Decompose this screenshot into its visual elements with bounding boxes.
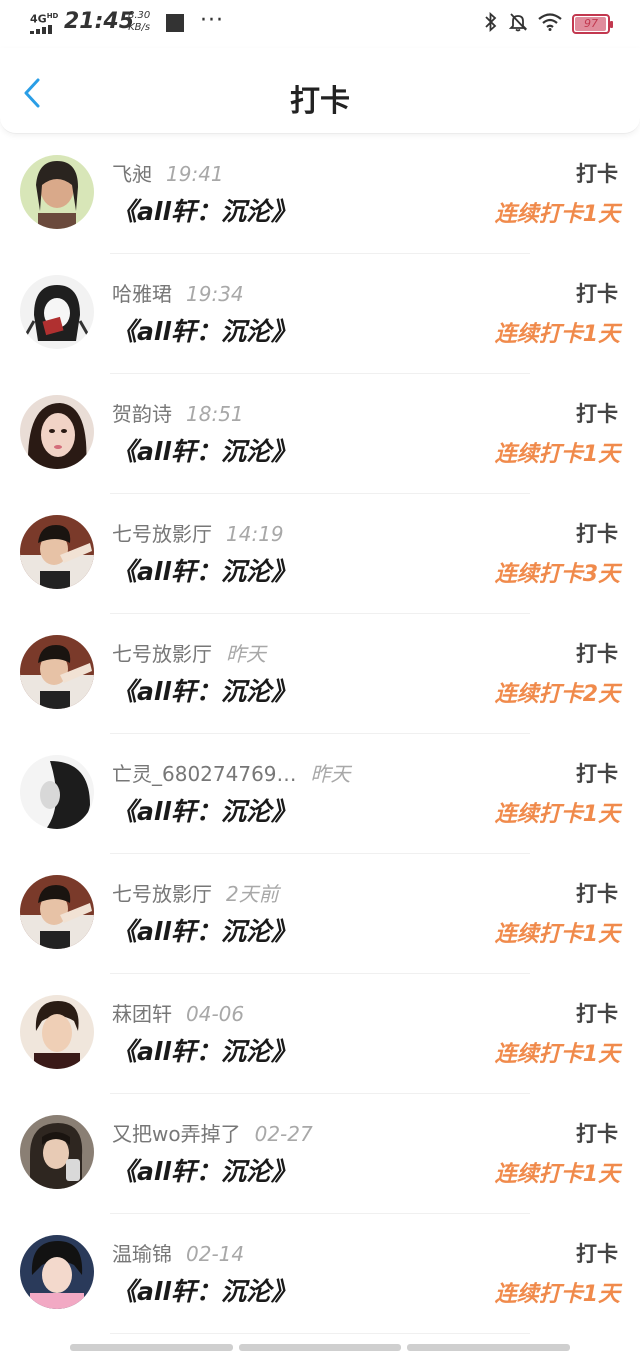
- avatar[interactable]: [20, 275, 94, 349]
- user-name[interactable]: 七号放影厅: [112, 882, 212, 906]
- streak-label: 连续打卡1天: [494, 1282, 620, 1307]
- timestamp: 02-27: [254, 1122, 313, 1146]
- wifi-icon: [538, 13, 562, 35]
- page-title: 打卡: [290, 84, 350, 119]
- avatar[interactable]: [20, 515, 94, 589]
- book-title[interactable]: 《all轩：沉沦》: [112, 672, 296, 708]
- network-speed: 8.30 KB/s: [128, 10, 151, 33]
- header: 打卡: [0, 48, 640, 134]
- checkin-list: 飞昶 19:41 《all轩：沉沦》 打卡 连续打卡1天 哈雅珺 19:34 《al…: [0, 134, 640, 1334]
- timestamp: 19:34: [186, 282, 244, 306]
- user-name[interactable]: 哈雅珺: [112, 282, 172, 306]
- avatar[interactable]: [20, 1235, 94, 1309]
- status-bar: 4GHD 21:45 8.30 KB/s ··· 97: [0, 0, 640, 48]
- action-label: 打卡: [576, 1002, 618, 1026]
- timestamp: 19:41: [166, 162, 224, 186]
- list-item[interactable]: 哈雅珺 19:34 《all轩：沉沦》 打卡 连续打卡1天: [0, 254, 640, 374]
- signal-icon: [30, 25, 54, 34]
- streak-label: 连续打卡1天: [494, 1162, 620, 1187]
- timestamp: 18:51: [186, 402, 244, 426]
- streak-label: 连续打卡2天: [494, 682, 620, 707]
- notification-square-icon: [166, 14, 184, 32]
- timestamp: 2天前: [226, 882, 279, 906]
- list-item[interactable]: 又把wo弄掉了 02-27 《all轩：沉沦》 打卡 连续打卡1天: [0, 1094, 640, 1214]
- avatar[interactable]: [20, 1115, 94, 1189]
- list-item[interactable]: 亡灵_680274769… 昨天 《all轩：沉沦》 打卡 连续打卡1天: [0, 734, 640, 854]
- streak-label: 连续打卡1天: [494, 322, 620, 347]
- action-label: 打卡: [576, 642, 618, 666]
- list-item[interactable]: 贺韵诗 18:51 《all轩：沉沦》 打卡 连续打卡1天: [0, 374, 640, 494]
- avatar[interactable]: [20, 755, 94, 829]
- action-label: 打卡: [576, 282, 618, 306]
- book-title[interactable]: 《all轩：沉沦》: [112, 312, 296, 348]
- indicator-segment: [407, 1344, 571, 1351]
- user-name[interactable]: 亡灵_680274769…: [112, 762, 297, 786]
- avatar[interactable]: [20, 875, 94, 949]
- action-label: 打卡: [576, 882, 618, 906]
- streak-label: 连续打卡1天: [494, 1042, 620, 1067]
- book-title[interactable]: 《all轩：沉沦》: [112, 1032, 296, 1068]
- user-name[interactable]: 温瑜锦: [112, 1242, 172, 1266]
- list-item[interactable]: 飞昶 19:41 《all轩：沉沦》 打卡 连续打卡1天: [0, 134, 640, 254]
- avatar[interactable]: [20, 995, 94, 1069]
- action-label: 打卡: [576, 1122, 618, 1146]
- streak-label: 连续打卡1天: [494, 802, 620, 827]
- indicator-segment: [238, 1344, 402, 1351]
- streak-label: 连续打卡1天: [494, 202, 620, 227]
- action-label: 打卡: [576, 1242, 618, 1266]
- bottom-indicator: [70, 1344, 571, 1351]
- book-title[interactable]: 《all轩：沉沦》: [112, 432, 296, 468]
- action-label: 打卡: [576, 762, 618, 786]
- streak-label: 连续打卡3天: [494, 562, 620, 587]
- user-name[interactable]: 贺韵诗: [112, 402, 172, 426]
- battery-icon: 97: [572, 14, 613, 34]
- list-item[interactable]: 温瑜锦 02-14 《all轩：沉沦》 打卡 连续打卡1天: [0, 1214, 640, 1334]
- action-label: 打卡: [576, 522, 618, 546]
- indicator-segment: [70, 1344, 233, 1351]
- timestamp: 昨天: [310, 762, 351, 786]
- user-name[interactable]: 菻团轩: [112, 1002, 172, 1026]
- book-title[interactable]: 《all轩：沉沦》: [112, 192, 296, 228]
- more-notifications-icon: ···: [200, 8, 224, 33]
- clock: 21:45: [64, 9, 135, 34]
- action-label: 打卡: [576, 402, 618, 426]
- mute-bell-icon: [508, 12, 528, 36]
- streak-label: 连续打卡1天: [494, 442, 620, 467]
- book-title[interactable]: 《all轩：沉沦》: [112, 912, 296, 948]
- list-item[interactable]: 菻团轩 04-06 《all轩：沉沦》 打卡 连续打卡1天: [0, 974, 640, 1094]
- action-label: 打卡: [576, 162, 618, 186]
- timestamp: 04-06: [186, 1002, 245, 1026]
- list-item[interactable]: 七号放影厅 14:19 《all轩：沉沦》 打卡 连续打卡3天: [0, 494, 640, 614]
- user-name[interactable]: 七号放影厅: [112, 642, 212, 666]
- book-title[interactable]: 《all轩：沉沦》: [112, 552, 296, 588]
- avatar[interactable]: [20, 155, 94, 229]
- book-title[interactable]: 《all轩：沉沦》: [112, 792, 296, 828]
- avatar[interactable]: [20, 395, 94, 469]
- list-item[interactable]: 七号放影厅 2天前 《all轩：沉沦》 打卡 连续打卡1天: [0, 854, 640, 974]
- bluetooth-icon: [484, 11, 498, 36]
- timestamp: 昨天: [226, 642, 266, 666]
- user-name[interactable]: 七号放影厅: [112, 522, 212, 546]
- user-name[interactable]: 又把wo弄掉了: [112, 1122, 241, 1146]
- book-title[interactable]: 《all轩：沉沦》: [112, 1272, 296, 1308]
- list-item[interactable]: 七号放影厅 昨天 《all轩：沉沦》 打卡 连续打卡2天: [0, 614, 640, 734]
- book-title[interactable]: 《all轩：沉沦》: [112, 1152, 296, 1188]
- network-indicator: 4GHD: [30, 12, 59, 26]
- timestamp: 02-14: [186, 1242, 245, 1266]
- avatar[interactable]: [20, 635, 94, 709]
- user-name[interactable]: 飞昶: [112, 162, 152, 186]
- streak-label: 连续打卡1天: [494, 922, 620, 947]
- timestamp: 14:19: [226, 522, 284, 546]
